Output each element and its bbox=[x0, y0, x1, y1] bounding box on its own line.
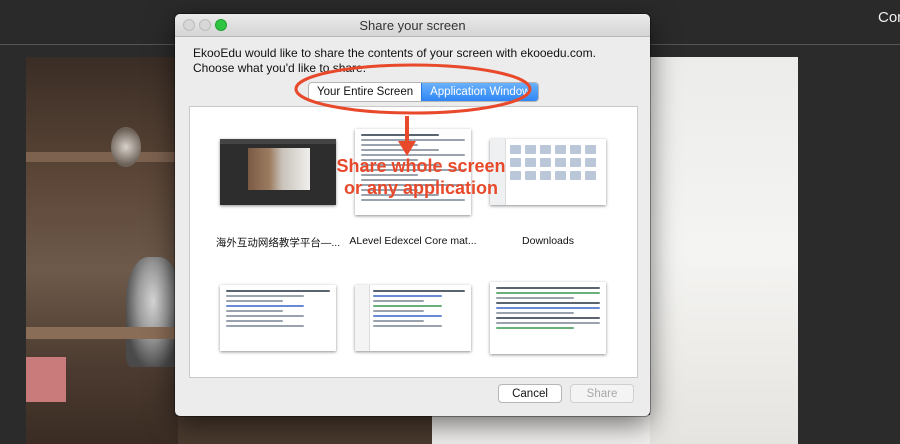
background-header-text[interactable]: Con bbox=[878, 9, 900, 26]
camera-feed-bottom-right bbox=[432, 415, 650, 444]
thumbnail-gutter bbox=[355, 285, 370, 351]
share-screen-dialog: Share your screen EkooEdu would like to … bbox=[175, 14, 650, 416]
camera-shelf-lower bbox=[26, 327, 178, 339]
thumbnail-code-lines bbox=[373, 290, 465, 347]
annotation-text-line: or any application bbox=[343, 178, 499, 198]
window-thumbnail-video[interactable] bbox=[220, 139, 336, 205]
thumbnail-file-grid bbox=[510, 145, 596, 180]
window-thumbnail-text-document[interactable] bbox=[220, 285, 336, 351]
window-thumbnails-panel: 海外互动网络教学平台—... ALevel Edexcel Core mat..… bbox=[189, 106, 638, 378]
dialog-titlebar: Share your screen bbox=[175, 14, 650, 37]
tab-application-window[interactable]: Application Window bbox=[421, 83, 539, 101]
camera-feed-left bbox=[26, 57, 178, 444]
camera-feed-right bbox=[650, 57, 798, 444]
camera-figure bbox=[126, 257, 178, 367]
thumbnail-code-lines bbox=[496, 287, 600, 350]
share-source-segmented-control: Your Entire Screen Application Window bbox=[308, 82, 540, 102]
camera-shelf bbox=[26, 152, 178, 162]
annotation-text-line: Share whole screen bbox=[336, 156, 506, 176]
share-prompt-text: EkooEdu would like to share the contents… bbox=[193, 46, 596, 75]
annotation-text: Share whole screen or any application bbox=[321, 155, 521, 199]
tab-entire-screen[interactable]: Your Entire Screen bbox=[309, 83, 421, 101]
dialog-title: Share your screen bbox=[359, 18, 466, 33]
window-thumbnail-code-editor[interactable] bbox=[355, 285, 471, 351]
window-label: 海外互动网络教学平台—... bbox=[215, 237, 341, 249]
camera-feed-bottom-left bbox=[178, 415, 432, 444]
window-label: Downloads bbox=[522, 235, 574, 247]
share-button[interactable]: Share bbox=[570, 384, 634, 403]
camera-figurine bbox=[111, 127, 141, 167]
cancel-button[interactable]: Cancel bbox=[498, 384, 562, 403]
window-label: ALevel Edexcel Core mat... bbox=[349, 235, 477, 247]
thumbnail-text-lines bbox=[226, 290, 330, 347]
thumbnail-toolbar bbox=[220, 139, 336, 144]
camera-object bbox=[26, 357, 66, 402]
window-thumbnail-code-listing[interactable] bbox=[490, 282, 606, 354]
thumbnail-video-frame bbox=[248, 148, 310, 190]
